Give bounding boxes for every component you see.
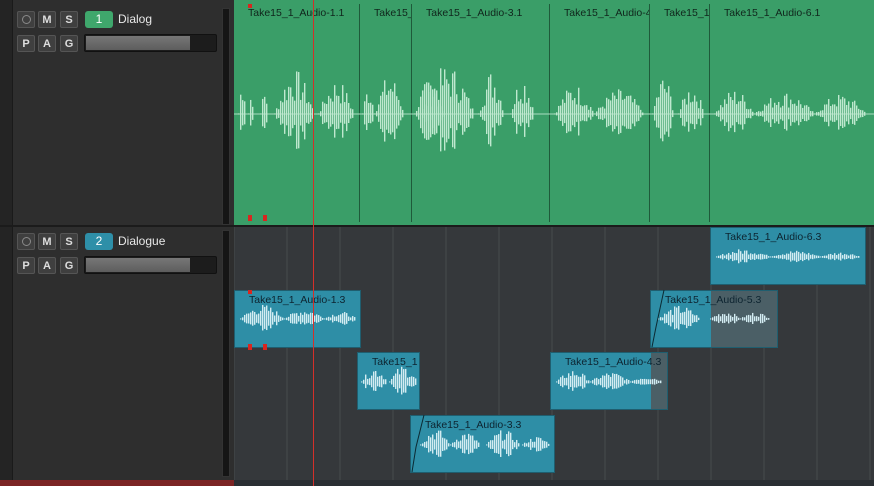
audio-clip[interactable]: Take15_1_Audio-4.3 xyxy=(550,352,668,410)
p-button[interactable]: P xyxy=(17,257,35,274)
volume-fader[interactable] xyxy=(84,256,217,274)
clip-label: Take15_1_Audio-6.3 xyxy=(725,231,822,243)
a-button[interactable]: A xyxy=(38,257,56,274)
clip-label: Take15_1_Audio-4.3 xyxy=(565,356,662,368)
solo-button[interactable]: S xyxy=(60,11,78,28)
level-meter xyxy=(222,230,230,477)
level-meter xyxy=(222,8,230,225)
clip-label: Take15_1_Audio-3.3 xyxy=(425,419,522,431)
track-2-lane: Take15_1_Audio-6.3 Take15_1_Audio-1.3 Ta… xyxy=(234,227,874,480)
track-1-header: M S 1 Dialog P A G xyxy=(0,0,234,226)
clip-label: Take15_1_Audio-1.3 xyxy=(249,294,346,306)
record-arm-button[interactable] xyxy=(17,11,35,28)
audio-clip[interactable]: Take15_1_Audio-6.3 xyxy=(710,227,866,285)
clip-label: Take15_1 xyxy=(372,356,418,368)
fader-level xyxy=(86,36,190,50)
audio-clip[interactable]: Take15_1_Audio-1.3 xyxy=(234,290,361,348)
track-2-color-strip xyxy=(0,227,13,480)
record-arm-button[interactable] xyxy=(17,233,35,250)
audio-clip[interactable]: Take15_1 xyxy=(357,352,420,410)
audio-clip[interactable]: Take15_1_Audio-3.3 xyxy=(410,415,555,473)
g-button[interactable]: G xyxy=(60,257,78,274)
track-name[interactable]: Dialogue xyxy=(118,234,165,248)
track-1-lane: Take15_1_Audio-1.1 Take15_ Take15_1_Audi… xyxy=(234,0,874,225)
g-button[interactable]: G xyxy=(60,35,78,52)
waveform-track-1 xyxy=(234,4,874,221)
clip-label: Take15_1_Audio-5.3 xyxy=(665,294,762,306)
solo-button[interactable]: S xyxy=(60,233,78,250)
record-icon xyxy=(21,237,31,246)
track-3-header-partial xyxy=(0,480,234,486)
volume-fader[interactable] xyxy=(84,34,217,52)
track-1-color-strip xyxy=(0,0,13,226)
mute-button[interactable]: M xyxy=(38,233,56,250)
record-icon xyxy=(21,15,31,24)
track-name[interactable]: Dialog xyxy=(118,12,152,26)
track-number: 1 xyxy=(85,11,113,28)
playhead[interactable] xyxy=(313,0,314,486)
fader-level xyxy=(86,258,190,272)
audio-clip[interactable]: Take15_1_Audio-5.3 xyxy=(650,290,778,348)
p-button[interactable]: P xyxy=(17,35,35,52)
track-2-header: M S 2 Dialogue P A G xyxy=(0,227,234,480)
track-number: 2 xyxy=(85,233,113,250)
a-button[interactable]: A xyxy=(38,35,56,52)
mute-button[interactable]: M xyxy=(38,11,56,28)
track-3-lane-partial xyxy=(234,480,874,486)
